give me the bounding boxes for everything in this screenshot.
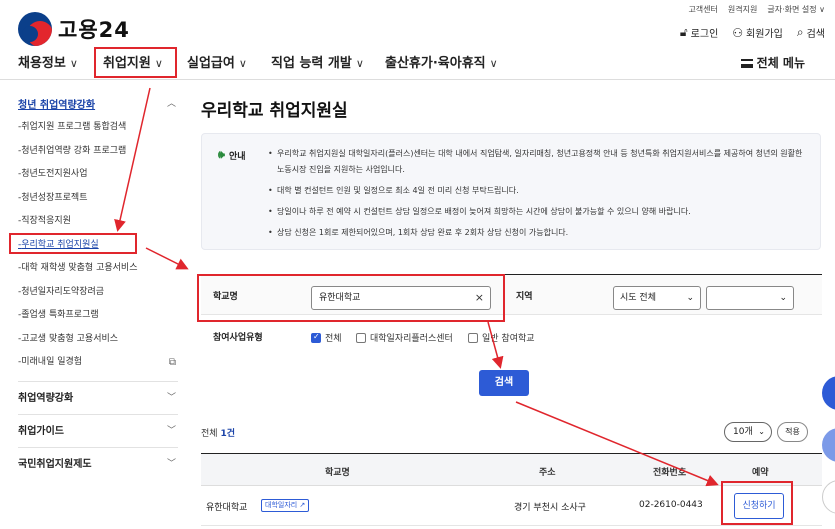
search-row-type: 참여사업유형 전체 대학일자리플러스센터 일반 참여학교 [201,316,822,356]
notice-item: 당일이나 하루 전 예약 시 컨설턴트 상담 일정으로 배정이 늦어져 희망하는… [268,204,808,220]
sidebar-section[interactable]: 취업가이드 ﹀ [18,413,178,447]
notice-item: 대학 별 컨설턴트 인원 및 일정으로 최소 4일 전 미리 신청 부탁드립니다… [268,183,808,199]
search-icon: ⌕ [796,25,804,39]
chevron-down-icon: ⌄ [758,427,765,436]
chevron-down-icon: ﹀ [166,392,176,403]
search-link[interactable]: ⌕ 검색 [797,25,825,40]
search-button[interactable]: 검색 [479,370,529,396]
cell-phone: 02-2610-0443 [639,500,703,510]
gnb-menu-parental-leave[interactable]: 출산휴가·육아휴직 ∨ [385,52,498,71]
sidebar-item[interactable]: -청년도전지원사업 [18,163,178,187]
logo-mark-icon [18,12,52,46]
sidebar-item[interactable]: -취업지원 프로그램 통합검색 [18,116,178,140]
logo-text: 고용24 [58,18,130,42]
region-select[interactable]: 시도 전체 ⌄ [613,286,701,310]
page-title: 우리학교 취업지원실 [201,101,348,121]
sidebar-item[interactable]: -미래내일 일경험 ⧉ [18,351,178,375]
annotation-highlight-search [197,274,505,322]
top-nav: 🔓︎ 로그인 ⚇ 회원가입 ⌕ 검색 [680,25,825,40]
col-address: 주소 [539,468,556,478]
chevron-down-icon: ∨ [355,57,364,70]
gnb-menu-job-skills[interactable]: 직업 능력 개발 ∨ [271,52,364,71]
user-icon: ⚇ [732,25,744,40]
util-link-display-settings[interactable]: 글자·화면 설정 ∨ [767,4,825,15]
notice-item: 상담 신청은 1회로 제한되어있으며, 1회차 상담 완료 후 2회차 상담 신… [268,225,808,241]
chevron-down-icon: ﹀ [166,458,176,469]
col-school: 학교명 [325,468,350,478]
type-label: 참여사업유형 [213,333,263,343]
cell-address: 경기 부천시 소사구 [514,503,586,513]
annotation-highlight-apply [721,481,793,525]
result-total: 전체 1건 [201,429,235,439]
chevron-down-icon: ⌄ [779,293,787,303]
login-link[interactable]: 🔓︎ 로그인 [680,25,718,40]
floating-button[interactable] [822,376,835,410]
checkbox-general-school[interactable]: 일반 참여학교 [468,331,535,344]
col-reserve: 예약 [752,468,769,478]
megaphone-icon: 🕪︎ [218,148,225,161]
checkbox-all[interactable]: 전체 [311,331,342,344]
sidebar-item[interactable]: -청년취업역량 강화 프로그램 [18,140,178,164]
checkbox-icon [468,332,478,343]
chevron-down-icon: ∨ [238,57,247,70]
checkbox-icon [356,332,366,343]
notice-label: 🕪︎ 안내 [218,148,246,162]
util-link-remote-support[interactable]: 원격지원 [728,4,757,15]
sidebar-item[interactable]: -청년일자리도약장려금 [18,281,178,305]
sidebar: 청년 취업역량강화 ︿ -취업지원 프로그램 통합검색 -청년취업역량 강화 프로… [18,96,178,480]
chevron-up-icon: ︿ [166,99,176,109]
hamburger-icon [740,59,753,68]
notice-list: 우리학교 취업지원실 대학일자리(플러스)센터는 대학 내에서 직업탐색, 일자… [268,146,808,246]
checkbox-plus-center[interactable]: 대학일자리플러스센터 [356,331,453,344]
chevron-down-icon: ﹀ [166,425,176,436]
all-menu-button[interactable]: 전체 메뉴 [740,54,805,71]
sidebar-item[interactable]: -고교생 맞춤형 고용서비스 [18,328,178,352]
sidebar-section[interactable]: 취업역량강화 ﹀ [18,380,178,414]
utility-links: 고객센터 원격지원 글자·화면 설정 ∨ [688,4,825,15]
chevron-down-icon: ⌄ [686,293,694,303]
signup-link[interactable]: ⚇ 회원가입 [732,25,783,41]
external-link-icon: ⧉ [168,357,176,368]
cell-school: 유한대학교 [206,503,248,513]
gnb-menu-unemployment-benefit[interactable]: 실업급여 ∨ [187,52,247,71]
floating-button[interactable] [822,480,835,514]
program-tag: 대학일자리 ↗ [261,499,310,512]
annotation-highlight-gnb [94,47,177,78]
checkbox-checked-icon [311,332,321,343]
sidebar-item[interactable]: -대학 재학생 맞춤형 고용서비스 [18,257,178,281]
region-label: 지역 [516,292,533,302]
sidebar-item[interactable]: -직장적응지원 [18,210,178,234]
sidebar-head[interactable]: 청년 취업역량강화 ︿ [18,96,178,114]
sidebar-item[interactable]: -청년성장프로젝트 [18,187,178,211]
chevron-down-icon: ∨ [489,57,498,70]
region-sub-select[interactable]: ⌄ [706,286,794,310]
util-link-customer-center[interactable]: 고객센터 [688,4,717,15]
notice-box: 🕪︎안내 우리학교 취업지원실 대학일자리(플러스)센터는 대학 내에서 직업탐… [201,133,821,250]
sidebar-section[interactable]: 국민취업지원제도 ﹀ [18,446,178,480]
annotation-highlight-sidebar [9,233,137,254]
site-logo[interactable]: 고용24 [18,12,130,46]
gnb-menu-job-info[interactable]: 채용정보 ∨ [18,52,78,71]
per-page-select[interactable]: 10개 ⌄ [724,422,772,442]
apply-button[interactable]: 적용 [777,422,808,442]
chevron-down-icon: ∨ [69,57,78,70]
floating-button[interactable] [822,428,835,462]
notice-item: 우리학교 취업지원실 대학일자리(플러스)센터는 대학 내에서 직업탐색, 일자… [268,146,808,178]
col-phone: 전화번호 [653,468,687,478]
lock-icon: 🔓︎ [679,25,688,39]
sidebar-item[interactable]: -졸업생 특화프로그램 [18,304,178,328]
